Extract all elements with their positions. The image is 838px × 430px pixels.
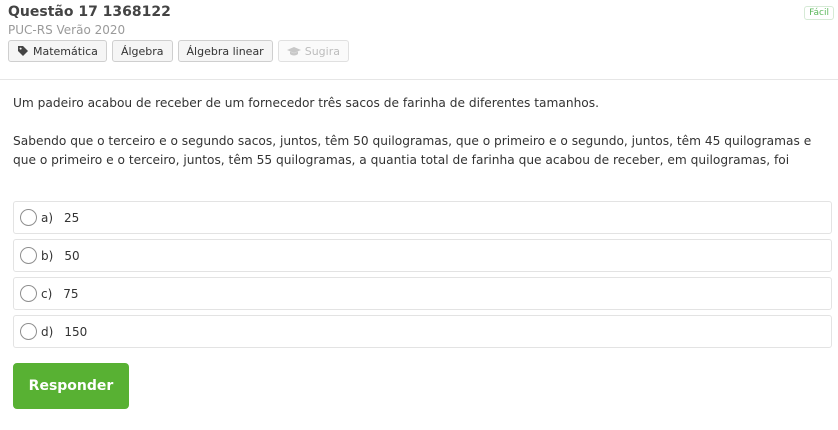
option-d[interactable]: d) 150 — [13, 315, 832, 348]
option-value: 50 — [64, 248, 80, 263]
option-letter: b) — [41, 248, 54, 263]
option-b[interactable]: b) 50 — [13, 239, 832, 272]
radio-button[interactable] — [20, 323, 37, 340]
question-header: Questão 17 1368122 PUC-RS Verão 2020 Fác… — [0, 0, 838, 80]
tag-algebra-linear[interactable]: Álgebra linear — [177, 40, 273, 62]
tag-label: Álgebra — [120, 44, 164, 58]
tag-algebra[interactable]: Álgebra — [111, 40, 173, 62]
option-a[interactable]: a) 25 — [13, 201, 832, 234]
statement-paragraph: Um padeiro acabou de receber de um forne… — [13, 96, 599, 110]
radio-button[interactable] — [20, 247, 37, 264]
submit-answer-button[interactable]: Responder — [13, 363, 129, 409]
option-value: 75 — [63, 286, 79, 301]
radio-button[interactable] — [20, 209, 37, 226]
tag-matematica[interactable]: Matemática — [8, 40, 107, 62]
suggest-label: Sugira — [304, 44, 340, 58]
tag-icon — [17, 45, 29, 57]
option-letter: c) — [41, 286, 53, 301]
radio-button[interactable] — [20, 285, 37, 302]
option-c[interactable]: c) 75 — [13, 277, 832, 310]
question-statement: Um padeiro acabou de receber de um forne… — [13, 94, 828, 170]
difficulty-badge: Fácil — [804, 6, 834, 20]
option-letter: d) — [41, 324, 54, 339]
question-source: PUC-RS Verão 2020 — [8, 23, 126, 37]
graduation-cap-icon — [286, 46, 301, 57]
answer-options: a) 25 b) 50 c) 75 d) 150 — [13, 201, 832, 353]
statement-paragraph: Sabendo que o terceiro e o segundo sacos… — [13, 134, 812, 167]
suggest-button[interactable]: Sugira — [277, 40, 349, 62]
option-letter: a) — [41, 210, 54, 225]
option-value: 25 — [64, 210, 80, 225]
option-value: 150 — [64, 324, 88, 339]
tag-list: Matemática Álgebra Álgebra linear Sugira — [8, 40, 349, 62]
tag-label: Álgebra linear — [186, 44, 264, 58]
question-title: Questão 17 1368122 — [8, 4, 171, 20]
tag-label: Matemática — [33, 44, 98, 58]
